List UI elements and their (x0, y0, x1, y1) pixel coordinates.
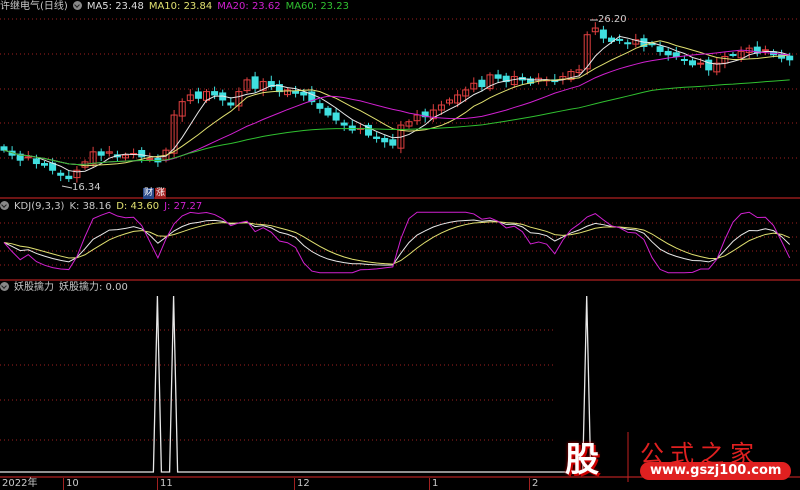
candle-body (478, 79, 486, 88)
candle-body (300, 91, 308, 96)
candle-body (227, 102, 235, 106)
axis-label-year: 2022年 (2, 478, 38, 489)
candle-body (340, 122, 348, 126)
low-price-label: 16.34 (72, 182, 101, 193)
kdj-j: J: 27.27 (164, 201, 203, 212)
ma5-line (3, 35, 790, 173)
chevron-down-icon[interactable] (72, 1, 82, 10)
candle-body (0, 146, 8, 151)
candle-body (494, 74, 502, 79)
candle-body (348, 125, 356, 131)
candle-body (41, 163, 48, 166)
candle-body (656, 46, 664, 52)
candle-body (24, 156, 32, 159)
candle-body (316, 103, 324, 109)
kdj-pane-header: KDJ(9,3,3) K: 38.16 D: 43.60 J: 27.27 (0, 200, 207, 213)
candle-body (146, 158, 154, 161)
kdj-d-line (3, 221, 790, 265)
logo-url: www.gszj100.com (640, 462, 792, 480)
kdj-d: D: 43.60 (116, 201, 160, 212)
ma5-value: MA5: 23.48 (86, 1, 144, 12)
ma60-value: MA60: 23.23 (285, 1, 349, 12)
price-pane-header: 许继电气(日线) MA5: 23.48 MA10: 23.84 MA20: 23.62… (0, 0, 354, 13)
candle-body (32, 158, 40, 165)
candle-body (680, 58, 688, 61)
ma60-line (3, 79, 790, 166)
indicator-pane-header: 妖股擒力 妖股擒力: 0.00 (0, 281, 133, 294)
kdj-name: KDJ(9,3,3) (14, 201, 65, 212)
candle-body (664, 50, 672, 56)
indicator-value: 妖股擒力: 0.00 (59, 282, 128, 293)
kdj-j-line (3, 211, 791, 274)
candle-body (697, 62, 705, 65)
logo-char: 股 (565, 440, 599, 480)
candle-body (251, 76, 259, 89)
candle-body (381, 137, 389, 143)
candle-body (761, 49, 769, 52)
stock-title: 许继电气(日线) (0, 1, 68, 12)
finance-tag[interactable]: 财 (143, 188, 155, 199)
axis-label-dec: 12 (294, 478, 310, 490)
chevron-down-icon[interactable] (0, 282, 9, 291)
candle-body (57, 172, 65, 176)
candle-body (332, 112, 340, 121)
candle-body (616, 38, 624, 41)
kdj-k: K: 38.16 (69, 201, 112, 212)
ma10-line (3, 40, 790, 167)
candle-body (65, 175, 73, 180)
watermark-logo: 股 公式之家 www.gszj100.com (555, 432, 795, 482)
ma10-value: MA10: 23.84 (148, 1, 213, 12)
candle-body (786, 55, 794, 61)
chart-canvas (0, 18, 800, 482)
ma20-value: MA20: 23.62 (217, 1, 281, 12)
axis-label-jan: 1 (429, 478, 438, 490)
candle-body (373, 136, 381, 139)
indicator-line (0, 295, 592, 473)
candle-body (599, 29, 607, 39)
axis-label-feb: 2 (529, 478, 538, 490)
high-price-label: 26.20 (598, 14, 627, 25)
candle-body (389, 139, 397, 146)
candle-body (689, 60, 696, 66)
rise-tag[interactable]: 涨 (155, 188, 167, 199)
chevron-down-icon[interactable] (0, 201, 9, 210)
candle-body (211, 91, 219, 96)
candle-body (138, 150, 146, 158)
low-price-pointer (61, 185, 73, 189)
candle-body (624, 42, 632, 45)
axis-label-oct: 10 (63, 478, 79, 490)
candle-body (672, 52, 680, 57)
candle-body (324, 107, 332, 116)
kdj-k-line (3, 219, 791, 266)
candle-body (97, 151, 105, 156)
candle-body (194, 91, 202, 99)
axis-label-nov: 11 (157, 478, 173, 490)
ma20-line (3, 49, 790, 166)
indicator-name: 妖股擒力 (14, 282, 54, 293)
candle-body (729, 53, 737, 56)
